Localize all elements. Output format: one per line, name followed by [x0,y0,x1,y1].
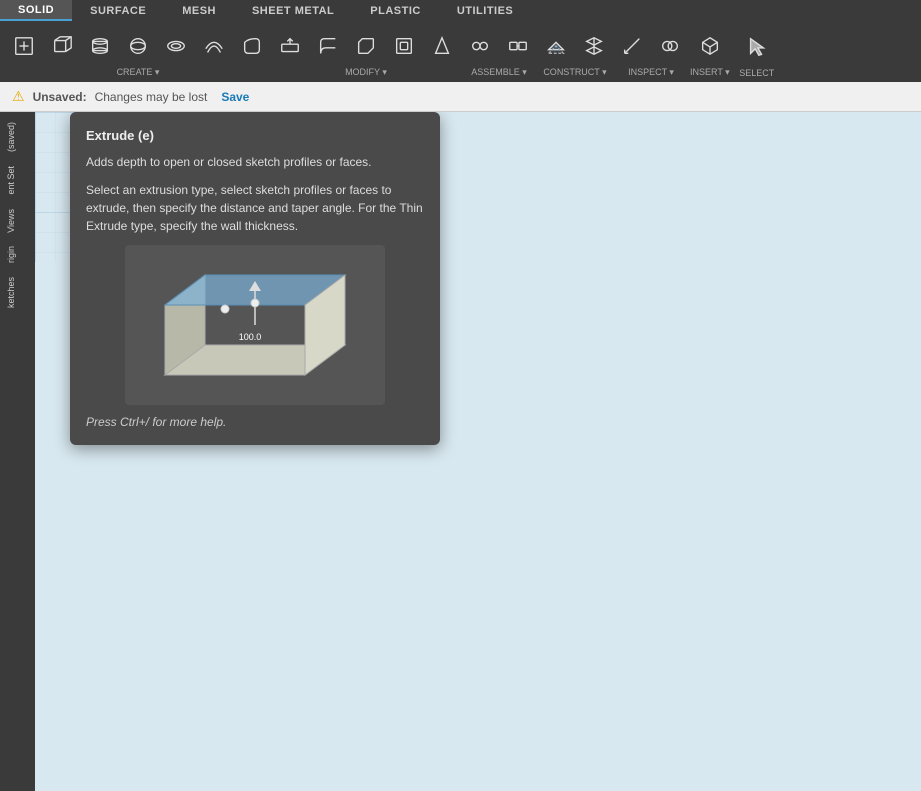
rigid-group-button[interactable] [500,25,536,67]
press-pull-button[interactable] [272,25,308,67]
create-group: CREATE ▾ [6,25,270,78]
sidebar-item-origin[interactable]: rigin [2,240,33,269]
create-label[interactable]: CREATE ▾ [117,67,160,78]
cylinder-button[interactable] [82,25,118,67]
sphere-button[interactable] [120,25,156,67]
shell-button[interactable] [386,25,422,67]
joint-button[interactable] [462,25,498,67]
save-button[interactable]: Save [215,88,255,106]
status-bar: ⚠ Unsaved: Changes may be lost Save [0,82,921,112]
select-button[interactable] [732,26,782,68]
new-sketch-button[interactable] [6,25,42,67]
tab-plastic[interactable]: PLASTIC [352,0,439,21]
construct-label[interactable]: CONSTRUCT ▾ [543,67,606,78]
tooltip-desc2: Select an extrusion type, select sketch … [86,181,424,235]
inspect-label[interactable]: INSPECT ▾ [628,67,674,78]
warning-icon: ⚠ [12,88,25,105]
sidebar-item-sketches[interactable]: ketches [2,271,33,314]
changes-text: Changes may be lost [95,90,208,104]
insert-label[interactable]: INSERT ▾ [690,67,730,78]
tooltip-desc1: Adds depth to open or closed sketch prof… [86,153,424,171]
main-area: (saved) ent Set Views rigin ketches [0,112,921,791]
extrude-preview-image: 100.0 [125,245,385,405]
construct-group: CONSTRUCT ▾ [538,25,612,78]
select-group: SELECT [732,26,782,78]
tooltip-popup: Extrude (e) Adds depth to open or closed… [70,112,440,445]
tooltip-footer: Press Ctrl+/ for more help. [86,415,424,429]
box-button[interactable] [44,25,80,67]
chamfer-button[interactable] [348,25,384,67]
tool-row: CREATE ▾ [0,21,921,82]
torus-button[interactable] [158,25,194,67]
insert-mesh-button[interactable] [692,25,728,67]
fillet-button[interactable] [310,25,346,67]
modify-group: MODIFY ▾ [272,25,460,78]
tab-utilities[interactable]: UTILITIES [439,0,531,21]
midplane-button[interactable] [576,25,612,67]
sidebar-item-saved[interactable]: (saved) [2,116,33,158]
modify-label[interactable]: MODIFY ▾ [345,67,387,78]
select-label[interactable]: SELECT [739,68,774,78]
canvas[interactable]: Extrude (e) Adds depth to open or closed… [35,112,921,791]
draft-button[interactable] [424,25,460,67]
tooltip-title: Extrude (e) [86,128,424,143]
offset-plane-button[interactable] [538,25,574,67]
pipe-button[interactable] [234,25,270,67]
tab-sheet-metal[interactable]: SHEET METAL [234,0,352,21]
inspect-group: INSPECT ▾ [614,25,688,78]
tab-bar: SOLID SURFACE MESH SHEET METAL PLASTIC U… [0,0,921,21]
sidebar-item-entity-set[interactable]: ent Set [2,160,33,201]
left-sidebar: (saved) ent Set Views rigin ketches [0,112,35,791]
sidebar-item-views[interactable]: Views [2,203,33,239]
assemble-group: ASSEMBLE ▾ [462,25,536,78]
insert-group: INSERT ▾ [690,25,730,78]
tab-solid[interactable]: SOLID [0,0,72,21]
tab-surface[interactable]: SURFACE [72,0,164,21]
coil-button[interactable] [196,25,232,67]
measure-button[interactable] [614,25,650,67]
assemble-label[interactable]: ASSEMBLE ▾ [471,67,527,78]
tab-mesh[interactable]: MESH [164,0,234,21]
toolbar: SOLID SURFACE MESH SHEET METAL PLASTIC U… [0,0,921,82]
interference-button[interactable] [652,25,688,67]
unsaved-label: Unsaved: [33,90,87,104]
svg-text:100.0: 100.0 [239,332,262,342]
